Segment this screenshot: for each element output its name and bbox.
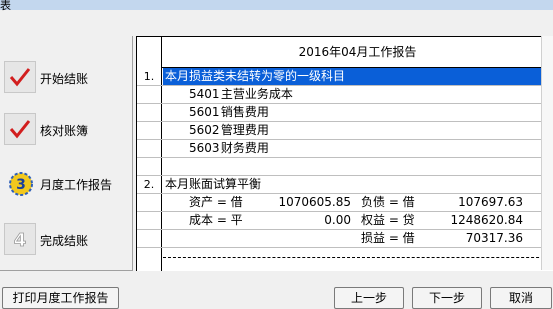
report-row[interactable] [137, 262, 553, 271]
balance-label: 负债 = 借 [361, 195, 415, 209]
balance-label: 成本 = 平 [189, 213, 243, 227]
report-row[interactable]: 2. 本月账面试算平衡 [137, 176, 553, 194]
dashed-divider [163, 257, 553, 258]
section-heading: 本月损益类未结转为零的一级科目 [163, 68, 553, 85]
section-heading: 本月账面试算平衡 [165, 177, 262, 191]
report-row[interactable]: 1. 本月损益类未结转为零的一级科目 [137, 68, 553, 86]
report-row[interactable]: 5602 管理费用 [137, 122, 553, 140]
step-finish-closing: 4 完成结账 [0, 222, 132, 258]
step-label: 核对账簿 [40, 124, 89, 138]
step-label: 完成结账 [40, 234, 89, 248]
checkmark-icon [4, 61, 36, 93]
account-item: 5401 主营业务成本 [189, 87, 293, 101]
step-4-icon: 4 [4, 223, 36, 255]
report-row[interactable]: 资产 = 借 1070605.85 负债 = 借 107697.63 [137, 194, 553, 212]
svg-text:4: 4 [14, 230, 27, 251]
row-number: 2. [143, 178, 155, 191]
balance-label: 权益 = 贷 [361, 213, 415, 227]
step-check-ledger: 核对账簿 [0, 112, 132, 148]
step-start-closing: 开始结账 [0, 60, 132, 96]
vertical-scrollbar[interactable] [541, 36, 553, 270]
balance-value: 1070605.85 [278, 195, 351, 209]
window-title: 表 [0, 0, 11, 12]
account-item: 5601 销售费用 [189, 105, 269, 119]
row-number: 1. [143, 70, 155, 83]
balance-label: 损益 = 借 [361, 231, 415, 245]
report-row[interactable]: 成本 = 平 0.00 权益 = 贷 1248620.84 [137, 212, 553, 230]
balance-label: 资产 = 借 [189, 195, 243, 209]
step-3-icon: 3 [4, 167, 36, 199]
cancel-button[interactable]: 取消 [490, 287, 552, 309]
balance-value: 0.00 [324, 213, 351, 227]
step-monthly-report: 3 月度工作报告 [0, 166, 132, 202]
prev-button[interactable]: 上一步 [334, 287, 404, 309]
step-label: 月度工作报告 [40, 178, 113, 192]
title-bar: 表 [0, 0, 553, 12]
next-button[interactable]: 下一步 [412, 287, 482, 309]
report-grid[interactable]: 2016年04月工作报告 1. 本月损益类未结转为零的一级科目 5401 主营业… [136, 36, 553, 271]
checkmark-icon [4, 113, 36, 145]
report-title: 2016年04月工作报告 [161, 37, 553, 68]
account-item: 5603 财务费用 [189, 141, 269, 155]
balance-value: 1248620.84 [450, 213, 523, 227]
account-item: 5602 管理费用 [189, 123, 269, 137]
svg-text:3: 3 [16, 177, 26, 193]
report-row[interactable]: 损益 = 借 70317.36 [137, 230, 553, 248]
print-report-button[interactable]: 打印月度工作报告 [2, 287, 119, 309]
balance-value: 70317.36 [465, 231, 523, 245]
report-row[interactable] [137, 158, 553, 176]
report-row[interactable]: 5603 财务费用 [137, 140, 553, 158]
report-row[interactable]: 5601 销售费用 [137, 104, 553, 122]
steps-panel: 开始结账 核对账簿 3 月度工作报告 4 完成结账 [0, 36, 133, 271]
balance-value: 107697.63 [458, 195, 523, 209]
step-label: 开始结账 [40, 72, 89, 86]
report-row[interactable]: 5401 主营业务成本 [137, 86, 553, 104]
